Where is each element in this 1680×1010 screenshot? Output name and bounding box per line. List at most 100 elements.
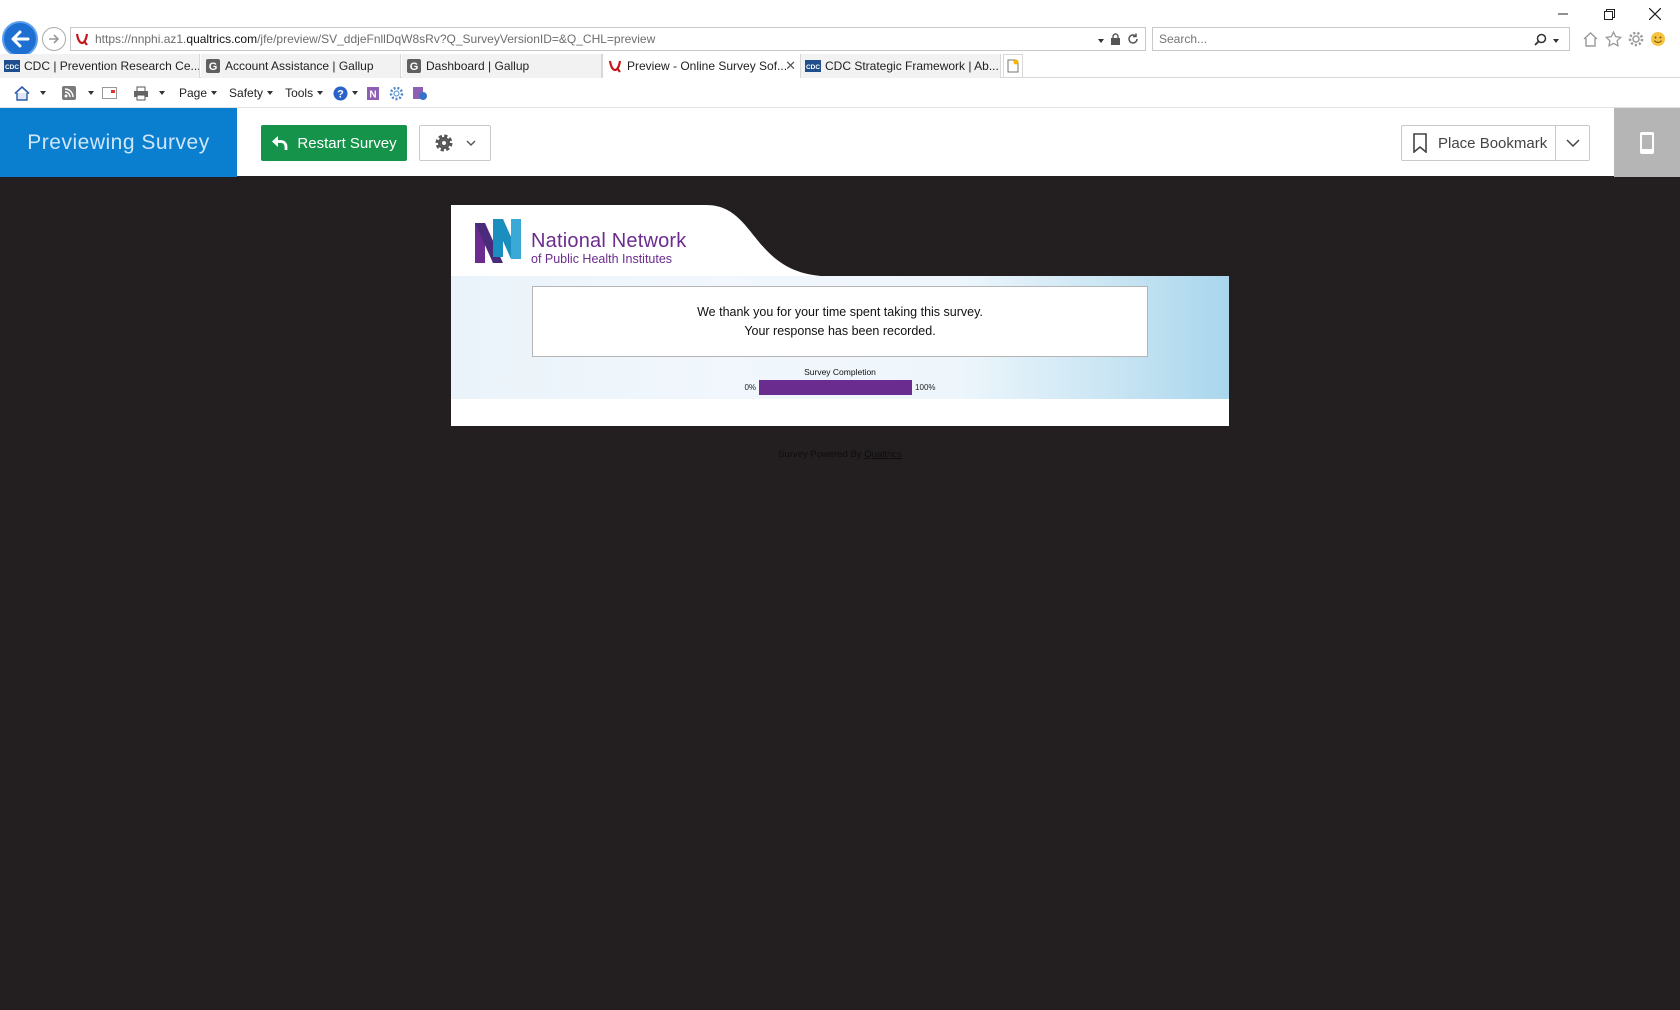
- mail-command[interactable]: [98, 82, 121, 104]
- cdc-icon: CDC: [4, 58, 20, 74]
- svg-text:?: ?: [337, 88, 344, 100]
- home-command[interactable]: [10, 82, 50, 104]
- chevron-down-icon: [466, 140, 476, 146]
- tab-label: CDC Strategic Framework | Ab...: [825, 59, 999, 73]
- page-menu[interactable]: Page: [175, 82, 221, 104]
- progress-bar: [759, 380, 913, 395]
- tab-dashboard-gallup[interactable]: G Dashboard | Gallup: [402, 54, 602, 78]
- tab-close-icon[interactable]: ✕: [785, 58, 796, 74]
- forward-button[interactable]: [42, 27, 66, 51]
- tab-label: Preview - Online Survey Sof...: [627, 59, 788, 73]
- tools-menu[interactable]: Tools: [281, 82, 327, 104]
- survey-header: National Network of Public Health Instit…: [451, 205, 1229, 276]
- onenote-addon-button[interactable]: N: [362, 82, 385, 104]
- browser-search-input[interactable]: [1153, 32, 1534, 46]
- restore-icon: [1603, 8, 1615, 20]
- print-icon: [134, 86, 148, 100]
- minimize-button[interactable]: [1540, 0, 1586, 28]
- browser-chrome: https://nnphi.az1.qualtrics.com/jfe/prev…: [0, 0, 1680, 107]
- favorites-star-icon[interactable]: [1605, 31, 1622, 47]
- minimize-icon: [1558, 13, 1568, 15]
- mobile-device-icon: [1640, 131, 1654, 154]
- mail-icon: [102, 87, 117, 99]
- qualtrics-icon: [71, 28, 93, 50]
- feeds-command[interactable]: [58, 82, 98, 104]
- note-addon-icon: [413, 86, 428, 100]
- previewing-survey-title: Previewing Survey: [0, 108, 237, 177]
- restore-button[interactable]: [1586, 0, 1632, 28]
- bookmark-dropdown-button[interactable]: [1555, 125, 1590, 161]
- svg-text:N: N: [369, 89, 376, 100]
- svg-text:CDC: CDC: [5, 64, 19, 71]
- svg-text:G: G: [410, 61, 419, 73]
- tab-label: CDC | Prevention Research Ce...: [24, 59, 200, 73]
- survey-container: National Network of Public Health Instit…: [451, 205, 1229, 426]
- tab-label: Dashboard | Gallup: [426, 59, 530, 73]
- mobile-view-toggle[interactable]: [1614, 108, 1680, 177]
- address-url[interactable]: https://nnphi.az1.qualtrics.com/jfe/prev…: [93, 32, 1098, 46]
- tab-cdc-prevention-research[interactable]: CDC CDC | Prevention Research Ce...: [0, 54, 200, 78]
- arrow-right-icon: [49, 34, 60, 44]
- safety-menu-label: Safety: [229, 86, 264, 100]
- addon-note-button[interactable]: [408, 82, 432, 104]
- place-bookmark-button[interactable]: Place Bookmark: [1401, 125, 1555, 161]
- smiley-feedback-icon[interactable]: [1650, 31, 1666, 47]
- logo-title: National Network: [531, 230, 687, 252]
- progress-max-label: 100%: [915, 383, 936, 392]
- back-button[interactable]: [2, 21, 38, 57]
- gear-icon: [435, 134, 453, 152]
- arrow-left-icon: [11, 30, 30, 48]
- onenote-icon: N: [367, 86, 380, 100]
- progress-label: Survey Completion: [804, 367, 876, 377]
- rss-feed-icon: [62, 86, 76, 100]
- help-icon: ?: [333, 86, 348, 100]
- addon-gear-button[interactable]: [385, 82, 408, 104]
- dropdown-icon[interactable]: [1098, 32, 1104, 46]
- lock-icon[interactable]: [1110, 33, 1121, 45]
- chevron-down-icon: [1565, 139, 1580, 147]
- restart-survey-button[interactable]: Restart Survey: [261, 125, 407, 161]
- print-command[interactable]: [129, 82, 169, 104]
- home-icon: [14, 85, 30, 101]
- search-icon[interactable]: [1534, 33, 1547, 46]
- nnphi-logo-mark: [475, 219, 521, 263]
- close-window-button[interactable]: [1632, 0, 1678, 28]
- nnphi-logo: National Network of Public Health Instit…: [473, 217, 687, 267]
- browser-search-box[interactable]: [1152, 27, 1570, 51]
- tab-strip: CDC CDC | Prevention Research Ce... G Ac…: [0, 54, 1680, 78]
- close-icon: [1649, 8, 1661, 20]
- tools-menu-label: Tools: [285, 86, 314, 100]
- preview-options-dropdown[interactable]: [419, 125, 491, 161]
- tab-cdc-strategic-framework[interactable]: CDC CDC Strategic Framework | Ab...: [801, 54, 1001, 78]
- refresh-icon[interactable]: [1127, 33, 1139, 45]
- gallup-icon: G: [406, 58, 422, 74]
- settings-gear-icon[interactable]: [1628, 31, 1644, 47]
- progress-min-label: 0%: [744, 383, 757, 392]
- page-menu-label: Page: [179, 86, 208, 100]
- thank-you-text: We thank you for your time spent taking …: [697, 304, 983, 319]
- command-bar: Page Safety Tools ? N: [0, 80, 1680, 106]
- tab-account-assistance[interactable]: G Account Assistance | Gallup: [201, 54, 401, 78]
- tab-preview-survey[interactable]: Preview - Online Survey Sof... ✕: [602, 54, 801, 78]
- preview-toolbar: Previewing Survey Restart Survey Place B…: [0, 107, 1680, 177]
- end-of-survey-message: We thank you for your time spent taking …: [532, 286, 1148, 357]
- help-menu[interactable]: ?: [329, 82, 362, 104]
- gear-icon: [389, 86, 404, 100]
- logo-subtitle: of Public Health Institutes: [531, 252, 673, 266]
- svg-text:G: G: [209, 61, 218, 73]
- new-tab-button[interactable]: [1003, 54, 1023, 78]
- bookmark-icon: [1413, 133, 1427, 153]
- progress-bar-row: 0% 100%: [451, 380, 1229, 395]
- address-bar[interactable]: https://nnphi.az1.qualtrics.com/jfe/prev…: [70, 27, 1146, 51]
- place-bookmark-label: Place Bookmark: [1438, 134, 1548, 152]
- restart-survey-label: Restart Survey: [297, 134, 397, 152]
- survey-body: We thank you for your time spent taking …: [451, 276, 1229, 399]
- new-tab-icon: [1007, 59, 1019, 73]
- svg-text:CDC: CDC: [806, 64, 820, 71]
- gallup-icon: G: [205, 58, 221, 74]
- home-icon[interactable]: [1582, 31, 1599, 47]
- safety-menu[interactable]: Safety: [225, 82, 277, 104]
- tab-label: Account Assistance | Gallup: [225, 59, 374, 73]
- search-dropdown-icon[interactable]: [1553, 32, 1559, 46]
- qualtrics-link[interactable]: Qualtrics: [864, 449, 901, 460]
